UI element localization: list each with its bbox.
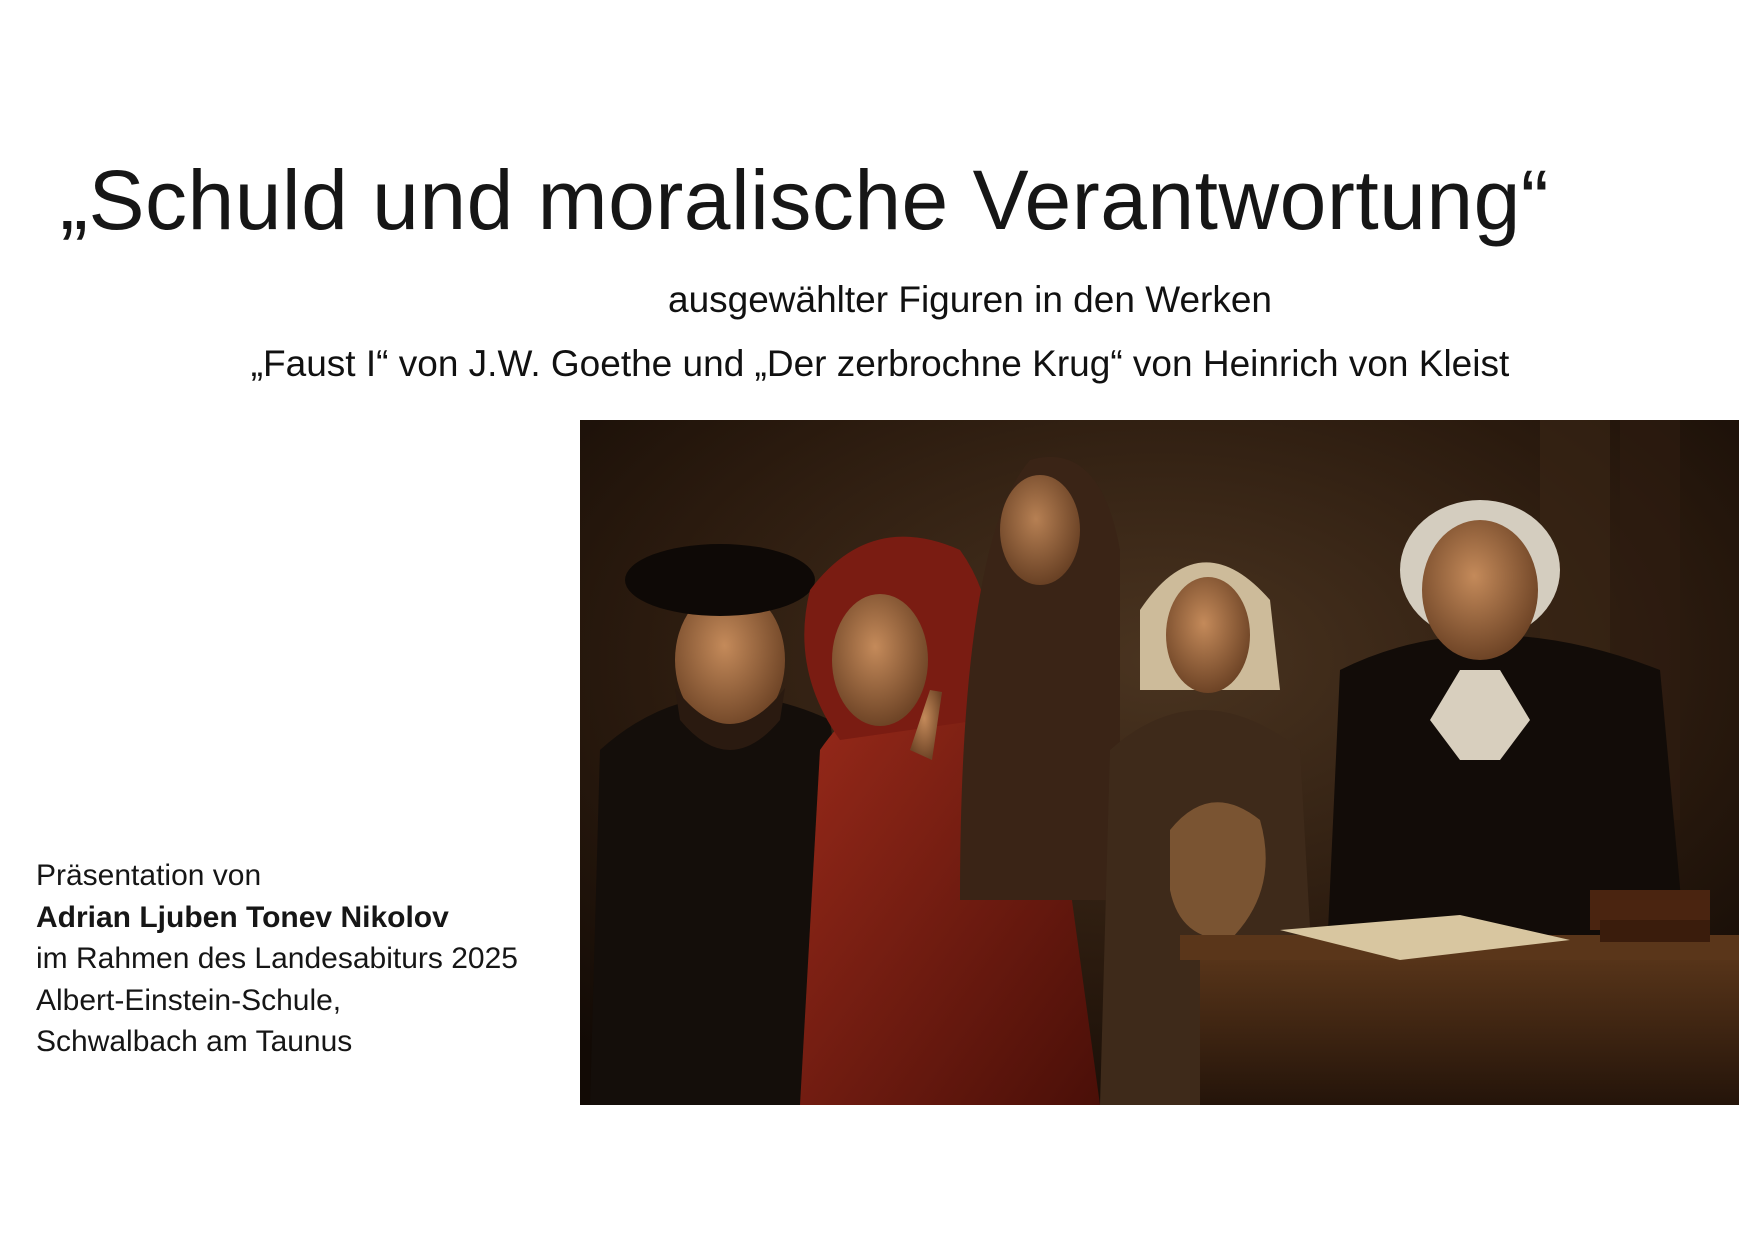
slide-subtitle-line2: „Faust I“ von J.W. Goethe und „Der zerbr… [250, 343, 1510, 384]
presenter-credits: Präsentation von Adrian Ljuben Tonev Nik… [36, 855, 576, 1063]
presenter-school: Albert-Einstein-Schule, [36, 983, 342, 1017]
presenter-context: im Rahmen des Landesabiturs 2025 [36, 942, 518, 975]
presenter-name: Adrian Ljuben Tonev Nikolov [36, 900, 449, 934]
slide-title: „Schuld und moralische Verantwortung“ [60, 153, 1550, 247]
slide-subtitle-line1: ausgewählter Figuren in den Werken [668, 279, 1272, 320]
presenter-location: Schwalbach am Taunus [36, 1025, 353, 1058]
presenter-intro: Präsentation von [36, 859, 262, 892]
painting-illustration [580, 420, 1739, 1105]
painting-image [580, 420, 1739, 1105]
